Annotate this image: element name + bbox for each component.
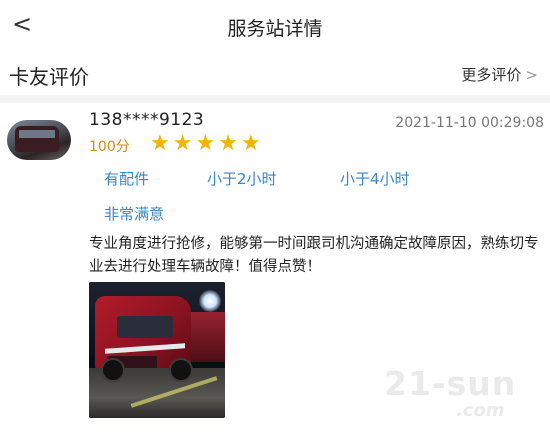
section-divider: [0, 95, 550, 103]
star-icon: ★: [150, 131, 170, 156]
more-reviews-link[interactable]: 更多评价 >: [461, 64, 538, 85]
star-icon: ★: [172, 131, 193, 156]
rating-stars: ★ ★ ★ ★ ★: [150, 131, 264, 156]
tag-has-parts[interactable]: 有配件: [104, 168, 149, 189]
watermark: 21-sun .com: [384, 364, 517, 421]
avatar-truck-window: [19, 130, 55, 138]
watermark-sub: .com: [456, 400, 505, 421]
tag-under-2h[interactable]: 小于2小时: [207, 168, 277, 189]
photo-stripe: [105, 343, 185, 354]
photo-trailer: [189, 312, 225, 362]
review-timestamp: 2021-11-10 00:29:08: [395, 115, 544, 131]
photo-wheel: [169, 358, 193, 382]
star-icon: ★: [195, 131, 216, 156]
avatar: [7, 120, 71, 160]
review-text: 专业角度进行抢修，能够第一时间跟司机沟通确定故障原因，熟练切专业去进行处理车辆故…: [89, 236, 539, 275]
more-reviews-label: 更多评价: [461, 66, 522, 84]
review-score: 100分: [89, 139, 130, 155]
photo-lamp: [199, 290, 221, 312]
watermark-main: 21-sun: [384, 364, 517, 403]
chevron-right-icon: >: [525, 66, 538, 84]
star-icon: ★: [218, 131, 238, 156]
tag-under-4h[interactable]: 小于4小时: [340, 168, 410, 189]
tag-very-satisfied[interactable]: 非常满意: [104, 203, 164, 224]
star-icon: ★: [240, 131, 261, 156]
page-title: 服务站详情: [227, 18, 323, 40]
section-title: 卡友评价: [9, 65, 89, 89]
photo-windshield: [117, 316, 173, 338]
reviewer-phone: 138****9123: [89, 110, 205, 130]
review-photo[interactable]: [89, 282, 225, 418]
photo-wheel: [101, 358, 125, 382]
top-bar: < 服务站详情: [0, 0, 550, 52]
